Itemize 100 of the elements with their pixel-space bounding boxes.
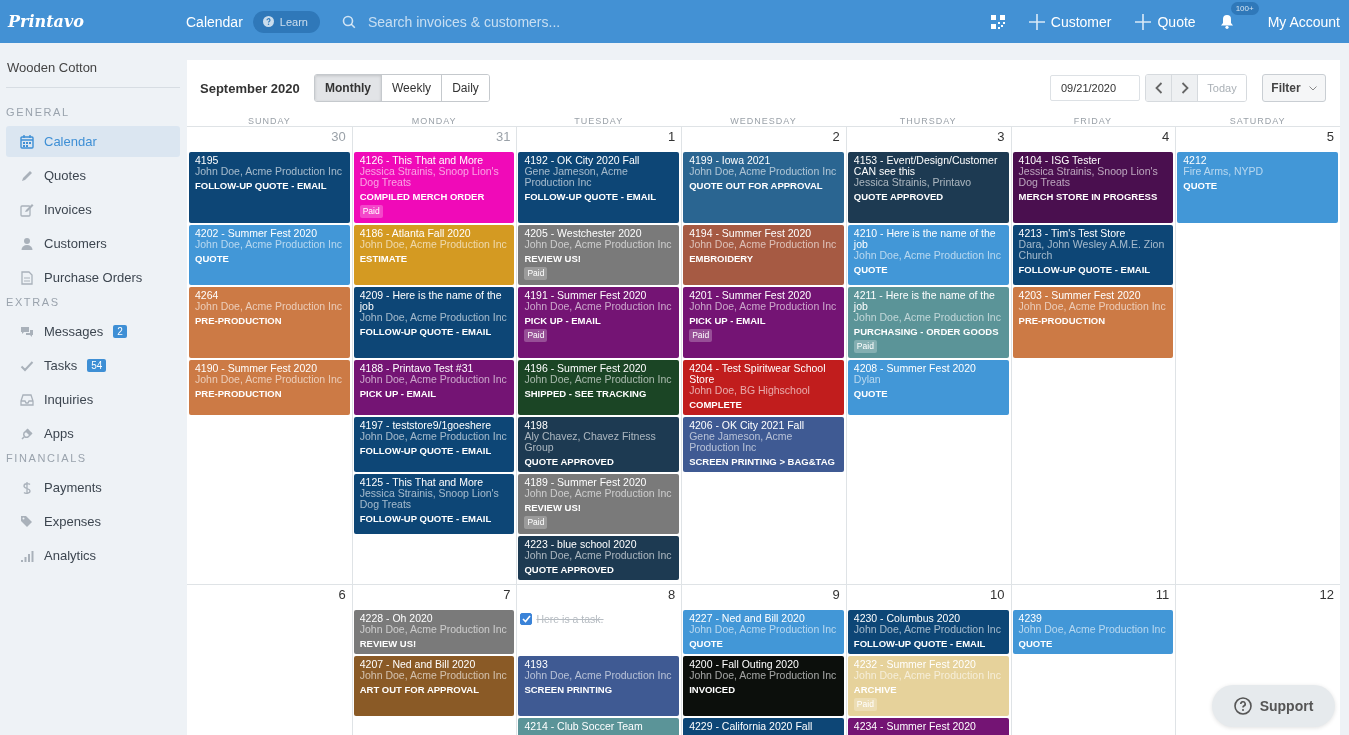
job-title: 4194 - Summer Fest 2020 <box>689 228 812 239</box>
sidebar-item[interactable]: Analytics <box>6 540 180 571</box>
paid-tag: Paid <box>524 267 548 280</box>
job-status: FOLLOW-UP QUOTE - EMAIL <box>359 326 492 337</box>
job-card[interactable]: 4198 Aly Chavez, Chavez Fitness Group QUOTE APPROVED <box>518 417 680 472</box>
job-card[interactable]: 4205 - Westchester 2020 John Doe, Acme Production Inc REVIEW US! Paid <box>518 225 680 285</box>
customer-name: John Doe, Acme Production Inc <box>524 301 672 312</box>
task-checkbox[interactable] <box>520 613 533 625</box>
qr-code-icon[interactable] <box>990 14 1005 29</box>
job-card[interactable]: 4195 John Doe, Acme Production Inc FOLLOW-UP QUOTE - EMAIL <box>189 152 350 223</box>
job-status: QUOTE APPROVED <box>524 456 614 467</box>
job-status: ART OUT FOR APPROVAL <box>359 684 479 695</box>
paid-tag: Paid <box>853 340 877 353</box>
day-number: 6 <box>337 586 347 604</box>
job-card[interactable]: 4196 - Summer Fest 2020 John Doe, Acme Production Inc SHIPPED - SEE TRACKING <box>518 360 680 415</box>
job-status: COMPILED MERCH ORDER <box>359 191 485 202</box>
job-status: MERCH STORE IN PROGRESS <box>1018 191 1158 202</box>
customer-name: John Doe, Acme Production Inc <box>359 374 507 385</box>
job-card[interactable]: 4229 - California 2020 Fall <box>683 718 844 735</box>
job-title: 4201 - Summer Fest 2020 <box>689 290 812 301</box>
job-card[interactable]: 4207 - Ned and Bill 2020 John Doe, Acme Production Inc ART OUT FOR APPROVAL <box>353 656 515 716</box>
job-status: QUOTE OUT FOR APPROVAL <box>689 180 823 191</box>
customer-name: John Doe, Acme Production Inc <box>689 670 837 681</box>
day-number: 7 <box>502 586 512 604</box>
chat-icon <box>20 324 34 339</box>
document-icon <box>20 270 34 285</box>
customer-name: John Doe, Acme Production Inc <box>195 166 343 177</box>
job-card[interactable]: 4204 - Test Spiritwear School Store John Doe, BG Highschool COMPLETE <box>683 360 844 415</box>
customer-name: Jessica Strainis, Snoop Lion's Dog Treats <box>359 488 500 510</box>
check-icon <box>521 615 531 623</box>
job-card[interactable]: 4153 - Event/Design/Customer CAN see this Jessica Strainis, Printavo QUOTE APPROVED <box>847 152 1009 223</box>
sidebar-item[interactable]: Customers <box>6 228 180 259</box>
sidebar-item[interactable]: Inquiries <box>6 384 180 415</box>
job-status: SCREEN PRINTING > BAG&TAG <box>689 456 835 467</box>
job-card[interactable]: 4192 - OK City 2020 Fall Gene Jameson, Acme Production Inc FOLLOW-UP QUOTE - EMAIL <box>518 152 680 223</box>
job-card[interactable]: 4104 - ISG Tester Jessica Strainis, Snoop Lion's Dog Treats MERCH STORE IN PROGRESS <box>1012 152 1174 223</box>
job-title: 4188 - Printavo Test #31 <box>359 363 474 374</box>
sidebar-item[interactable]: Payments <box>6 472 180 503</box>
weekday-label: FRIDAY <box>1072 116 1114 126</box>
job-title: 4214 - Club Soccer Team <box>524 721 643 732</box>
job-card[interactable]: 4189 - Summer Fest 2020 John Doe, Acme Production Inc REVIEW US! Paid <box>518 474 680 534</box>
job-status: REVIEW US! <box>359 638 417 649</box>
view-tab[interactable]: Daily <box>441 75 489 101</box>
sidebar-item[interactable]: Expenses <box>6 506 180 537</box>
job-title: 4228 - Oh 2020 <box>359 613 433 624</box>
job-status: PRE-PRODUCTION <box>195 388 282 399</box>
job-card[interactable]: 4126 - This That and More Jessica Strainis, Snoop Lion's Dog Treats COMPILED MERCH ORDER Paid <box>353 152 515 223</box>
sidebar-item[interactable]: Tasks 54 <box>6 350 180 381</box>
job-title: 4264 <box>195 290 219 301</box>
sidebar-item[interactable]: Quotes <box>6 160 180 191</box>
customer-name: John Doe, Acme Production Inc <box>689 301 837 312</box>
day-number: 30 <box>330 128 347 146</box>
customer-name: John Doe, Acme Production Inc <box>524 550 672 561</box>
filter-button[interactable]: Filter <box>1262 74 1326 102</box>
job-card[interactable]: 4201 - Summer Fest 2020 John Doe, Acme Production Inc PICK UP - EMAIL Paid <box>683 287 844 358</box>
job-status: FOLLOW-UP QUOTE - EMAIL <box>524 191 656 202</box>
job-title: 4199 - Iowa 2021 <box>689 155 771 166</box>
sidebar-item[interactable]: Purchase Orders <box>6 262 180 293</box>
previous-button[interactable] <box>1146 75 1172 101</box>
section-heading: GENERAL <box>6 106 71 118</box>
job-card[interactable]: 4223 - blue school 2020 John Doe, Acme Production Inc QUOTE APPROVED <box>518 536 680 580</box>
job-card[interactable]: 4206 - OK City 2021 Fall Gene Jameson, Acme Production Inc SCREEN PRINTING > BAG&TAG <box>683 417 844 472</box>
support-button[interactable]: Support <box>1212 685 1335 727</box>
paid-tag: Paid <box>524 516 548 529</box>
job-card[interactable]: 4213 - Tim's Test Store Dara, John Wesley A.M.E. Zion Church FOLLOW-UP QUOTE - EMAIL <box>1012 225 1174 285</box>
plug-icon <box>20 426 34 441</box>
job-card[interactable]: 4191 - Summer Fest 2020 John Doe, Acme Production Inc PICK UP - EMAIL Paid <box>518 287 680 358</box>
next-button[interactable] <box>1172 75 1198 101</box>
weekday-label: SATURDAY <box>1228 116 1287 126</box>
job-card[interactable]: 4194 - Summer Fest 2020 John Doe, Acme Production Inc EMBROIDERY <box>683 225 844 285</box>
job-card[interactable]: 4193 John Doe, Acme Production Inc SCREEN PRINTING <box>518 656 680 716</box>
job-status: QUOTE <box>1183 180 1218 191</box>
plus-icon <box>1028 13 1045 30</box>
view-tab[interactable]: Monthly <box>315 75 381 101</box>
job-card[interactable]: 4125 - This That and More Jessica Strainis, Snoop Lion's Dog Treats FOLLOW-UP QUOTE - EMAIL <box>353 474 515 534</box>
bell-icon[interactable] <box>1219 14 1234 29</box>
job-title: 4206 - OK City 2021 Fall <box>689 420 805 431</box>
sidebar-item[interactable]: Apps <box>6 418 180 449</box>
paid-tag: Paid <box>524 329 548 342</box>
search-field[interactable]: Search invoices & customers... <box>365 12 770 31</box>
notification-count: 100+ <box>1230 2 1259 15</box>
job-title: 4207 - Ned and Bill 2020 <box>359 659 476 670</box>
help-icon <box>262 16 274 27</box>
customer-name: John Doe, Acme Production Inc <box>689 239 837 250</box>
dollar-icon <box>20 480 34 495</box>
job-card[interactable]: 4199 - Iowa 2021 John Doe, Acme Production Inc QUOTE OUT FOR APPROVAL <box>683 152 844 223</box>
count-badge: 2 <box>113 325 127 338</box>
job-card[interactable]: 4234 - Summer Fest 2020 <box>847 718 1009 735</box>
customer-name: John Doe, Acme Production Inc <box>524 374 672 385</box>
job-card[interactable]: 4228 - Oh 2020 John Doe, Acme Production Inc REVIEW US! <box>353 610 515 654</box>
job-card[interactable]: 4197 - teststore9/1goeshere John Doe, Acme Production Inc FOLLOW-UP QUOTE - EMAIL <box>353 417 515 472</box>
date-field[interactable]: 09/21/2020 <box>1050 75 1140 101</box>
job-card[interactable]: 4230 - Columbus 2020 John Doe, Acme Production Inc FOLLOW-UP QUOTE - EMAIL <box>847 610 1009 654</box>
job-card[interactable]: 4209 - Here is the name of the job John Doe, Acme Production Inc FOLLOW-UP QUOTE - EMAIL <box>353 287 515 358</box>
sidebar-item[interactable]: Invoices <box>6 194 180 225</box>
job-status: FOLLOW-UP QUOTE - EMAIL <box>1018 264 1151 275</box>
job-card[interactable]: 4200 - Fall Outing 2020 John Doe, Acme Production Inc INVOICED <box>683 656 844 716</box>
sidebar-item[interactable]: Messages 2 <box>6 316 180 347</box>
customer-name: John Doe, Acme Production Inc <box>359 670 507 681</box>
job-card[interactable]: 4188 - Printavo Test #31 John Doe, Acme Production Inc PICK UP - EMAIL <box>353 360 515 415</box>
